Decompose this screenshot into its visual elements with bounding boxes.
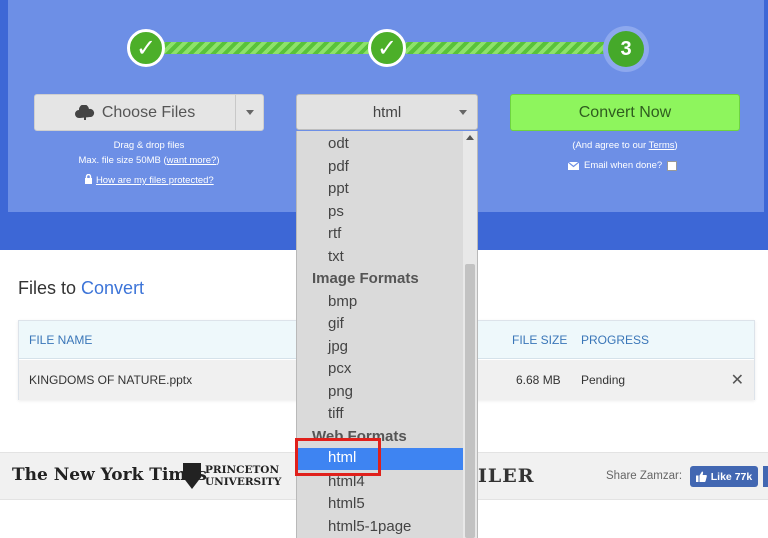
dropdown-scrollbar[interactable] <box>463 131 477 538</box>
remove-file-button[interactable]: ✕ <box>731 370 744 390</box>
choose-files-button[interactable]: Choose Files <box>34 94 264 131</box>
facebook-like-button[interactable]: Like 77k <box>690 466 758 487</box>
format-group-image: Image Formats <box>312 270 419 287</box>
file-size-cell: 6.68 MB <box>516 373 561 387</box>
share-button-edge[interactable] <box>763 466 768 487</box>
format-option-html5[interactable]: html5 <box>328 495 365 512</box>
lock-icon <box>85 173 93 184</box>
drag-drop-hint: Drag & drop files <box>113 140 185 151</box>
share-label: Share Zamzar: <box>606 470 683 482</box>
max-size-hint: Max. file size 50MB (want more?) <box>78 155 220 166</box>
thumbs-up-icon <box>695 471 707 482</box>
envelope-icon <box>568 161 579 170</box>
like-count: Like 77k <box>710 470 753 483</box>
email-when-done-label: Email when done? <box>584 160 663 171</box>
format-option-txt[interactable]: txt <box>328 248 344 265</box>
format-option-bmp[interactable]: bmp <box>328 293 357 310</box>
step-progress-track-1 <box>160 42 392 54</box>
chevron-down-icon <box>459 110 467 115</box>
scroll-up-arrow-icon[interactable] <box>466 135 474 140</box>
step-1-check: ✓ <box>127 29 165 67</box>
want-more-link[interactable]: want more? <box>167 155 217 166</box>
agree-terms-text: (And agree to our Terms) <box>572 140 678 151</box>
highlight-annotation-box <box>295 438 381 476</box>
protected-row: How are my files protected? <box>34 173 264 186</box>
column-file-size: FILE SIZE <box>512 333 568 347</box>
shield-icon <box>183 463 201 489</box>
column-progress: PROGRESS <box>581 333 650 347</box>
file-name-cell: KINGDOMS OF NATURE.pptx <box>29 373 193 387</box>
choose-files-dropdown-toggle[interactable] <box>235 95 263 130</box>
format-option-html5-1page[interactable]: html5-1page <box>328 518 411 535</box>
format-option-png[interactable]: png <box>328 383 353 400</box>
cloud-upload-icon <box>74 104 94 120</box>
chevron-down-icon <box>245 110 254 115</box>
choose-files-label: Choose Files <box>101 103 196 121</box>
format-option-rtf[interactable]: rtf <box>328 225 341 242</box>
partial-press-logo: ILER <box>478 465 535 487</box>
files-to-convert-heading: Files to Convert <box>18 278 145 298</box>
column-file-name: FILE NAME <box>29 333 93 347</box>
format-option-pdf[interactable]: pdf <box>328 158 349 175</box>
progress-cell: Pending <box>581 373 626 387</box>
format-option-gif[interactable]: gif <box>328 315 344 332</box>
convert-now-button[interactable]: Convert Now <box>510 94 740 131</box>
email-when-done-row: Email when done? <box>568 160 678 171</box>
format-option-jpg[interactable]: jpg <box>328 338 348 355</box>
files-protected-link[interactable]: How are my files protected? <box>96 175 214 186</box>
format-dropdown-list[interactable]: odt pdf ppt ps rtf txt Image Formats bmp… <box>296 131 478 538</box>
format-option-ppt[interactable]: ppt <box>328 180 349 197</box>
format-option-odt[interactable]: odt <box>328 135 349 152</box>
nyt-logo: The New York Times <box>12 465 207 485</box>
format-select-value: html <box>372 103 402 121</box>
step-2-check: ✓ <box>368 29 406 67</box>
step-progress-track-2 <box>402 42 614 54</box>
format-select[interactable]: html <box>296 94 478 130</box>
terms-link[interactable]: Terms <box>649 140 675 151</box>
choose-files-main[interactable]: Choose Files <box>35 95 235 130</box>
email-when-done-checkbox[interactable] <box>667 160 678 171</box>
dropdown-scrollbar-thumb[interactable] <box>465 264 475 538</box>
format-option-ps[interactable]: ps <box>328 203 344 220</box>
princeton-logo: PRINCETON UNIVERSITY <box>183 463 281 489</box>
step-3-current: 3 <box>603 26 649 72</box>
format-option-tiff[interactable]: tiff <box>328 405 344 422</box>
format-option-pcx[interactable]: pcx <box>328 360 351 377</box>
